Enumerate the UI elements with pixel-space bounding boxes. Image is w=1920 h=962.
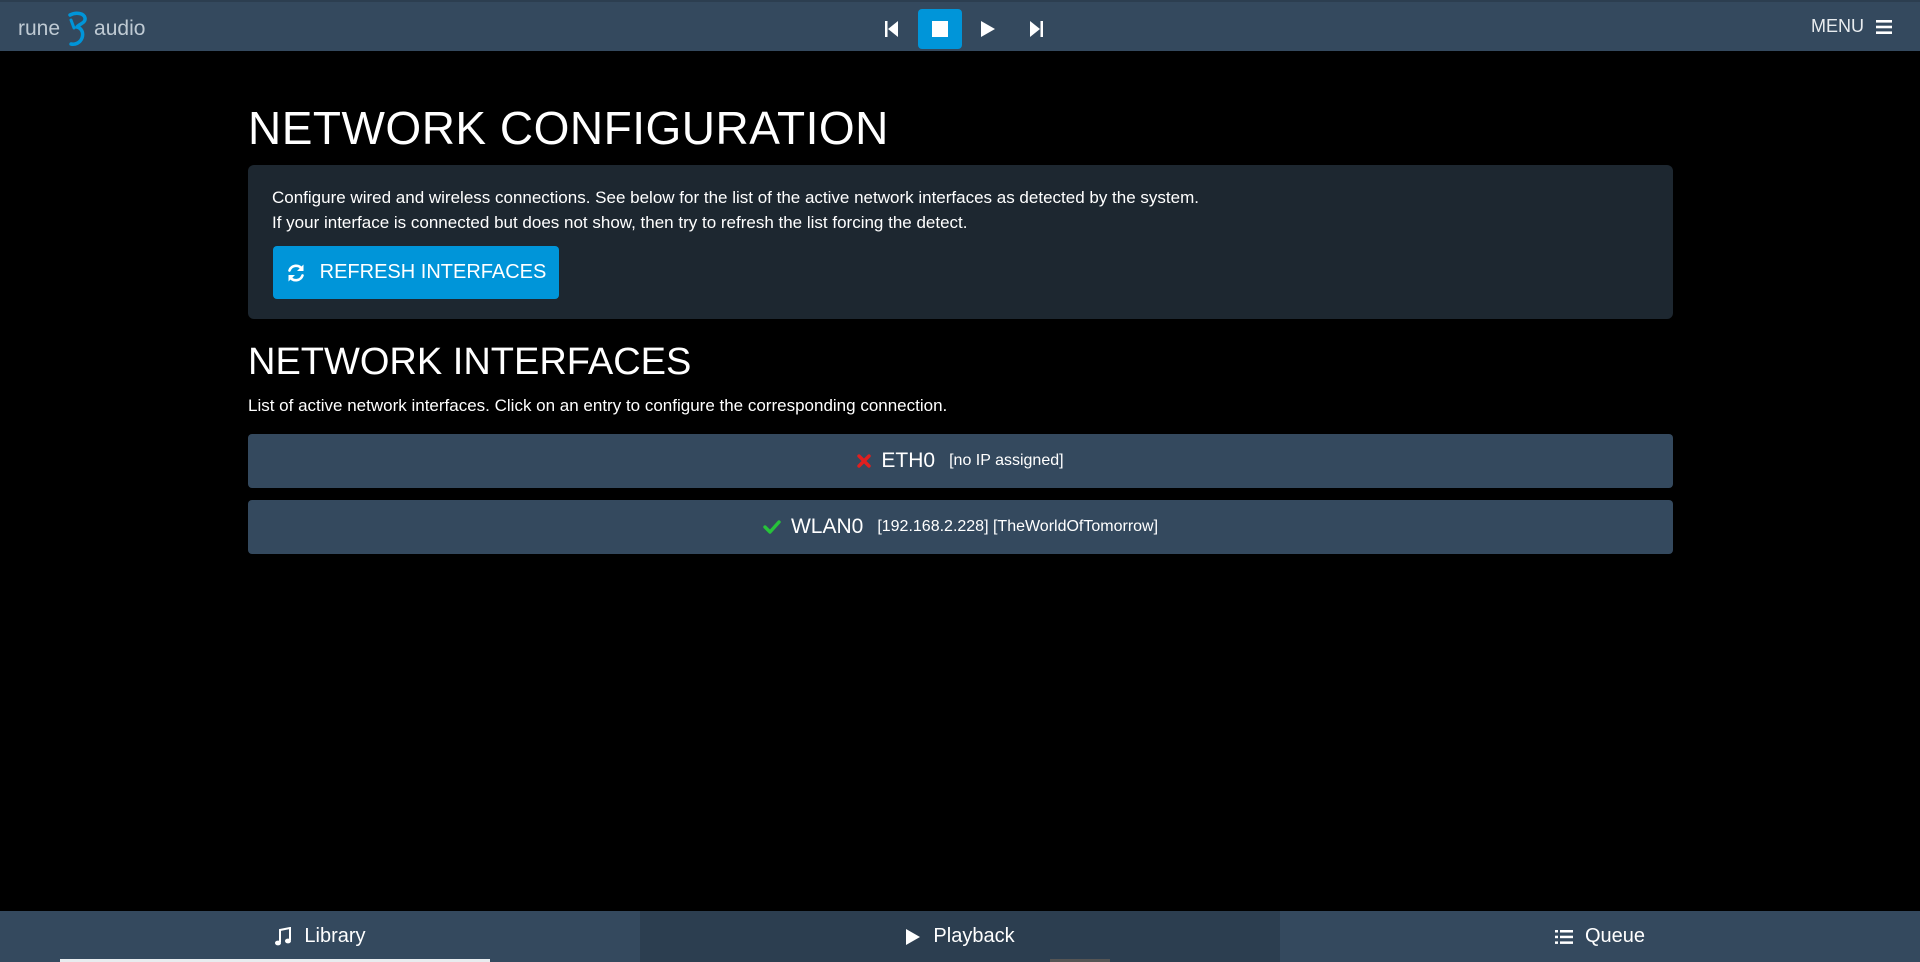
logo-word-right: audio — [94, 17, 146, 40]
menu-label: MENU — [1811, 16, 1864, 36]
bottom-nav: Library Playback Queue — [0, 911, 1920, 962]
transport-controls — [870, 9, 1058, 49]
refresh-icon — [287, 264, 304, 281]
interfaces-section-title: NETWORK INTERFACES — [248, 341, 692, 383]
next-button[interactable] — [1014, 9, 1058, 49]
interface-name: ETH0 — [881, 449, 936, 472]
play-button[interactable] — [966, 9, 1010, 49]
tab-queue[interactable]: Queue — [1280, 911, 1920, 962]
next-icon — [1030, 21, 1043, 37]
interface-meta: [no IP assigned] — [949, 452, 1064, 469]
info-panel: Configure wired and wireless connections… — [248, 165, 1673, 319]
stop-icon — [932, 21, 948, 37]
tab-queue-label: Queue — [1584, 925, 1646, 947]
top-bar: rune audio MENU — [0, 0, 1920, 51]
stop-button[interactable] — [918, 9, 962, 49]
rune-audio-logo[interactable]: rune audio — [18, 10, 145, 48]
list-icon — [1554, 929, 1573, 944]
interface-item-wlan0[interactable]: WLAN0 [192.168.2.228] [TheWorldOfTomorro… — [248, 500, 1673, 554]
rune-logo-icon — [68, 11, 87, 46]
logo-word-left: rune — [18, 17, 61, 40]
hamburger-icon — [1876, 19, 1892, 34]
error-x-icon — [857, 454, 872, 468]
menu-button[interactable]: MENU — [1811, 16, 1892, 37]
page-title: NETWORK CONFIGURATION — [248, 102, 889, 154]
play-icon — [981, 21, 995, 37]
info-text-line-1: Configure wired and wireless connections… — [272, 188, 1199, 207]
interface-name: WLAN0 — [790, 515, 864, 538]
refresh-interfaces-button[interactable]: REFRESH INTERFACES — [273, 246, 559, 299]
tab-library[interactable]: Library — [0, 911, 640, 962]
play-icon — [906, 928, 921, 945]
interface-meta: [192.168.2.228] [TheWorldOfTomorrow] — [877, 518, 1159, 535]
tab-playback-label: Playback — [933, 925, 1015, 947]
tab-library-label: Library — [304, 925, 366, 947]
info-text-line-2: If your interface is connected but does … — [272, 213, 968, 232]
check-icon — [763, 520, 781, 534]
interface-item-eth0[interactable]: ETH0 [no IP assigned] — [248, 434, 1673, 488]
tab-playback[interactable]: Playback — [640, 911, 1280, 962]
music-note-icon — [275, 926, 292, 945]
interfaces-lead-text: List of active network interfaces. Click… — [248, 396, 948, 415]
previous-button[interactable] — [870, 9, 914, 49]
previous-icon — [885, 21, 898, 37]
refresh-interfaces-label: REFRESH INTERFACES — [319, 261, 547, 283]
